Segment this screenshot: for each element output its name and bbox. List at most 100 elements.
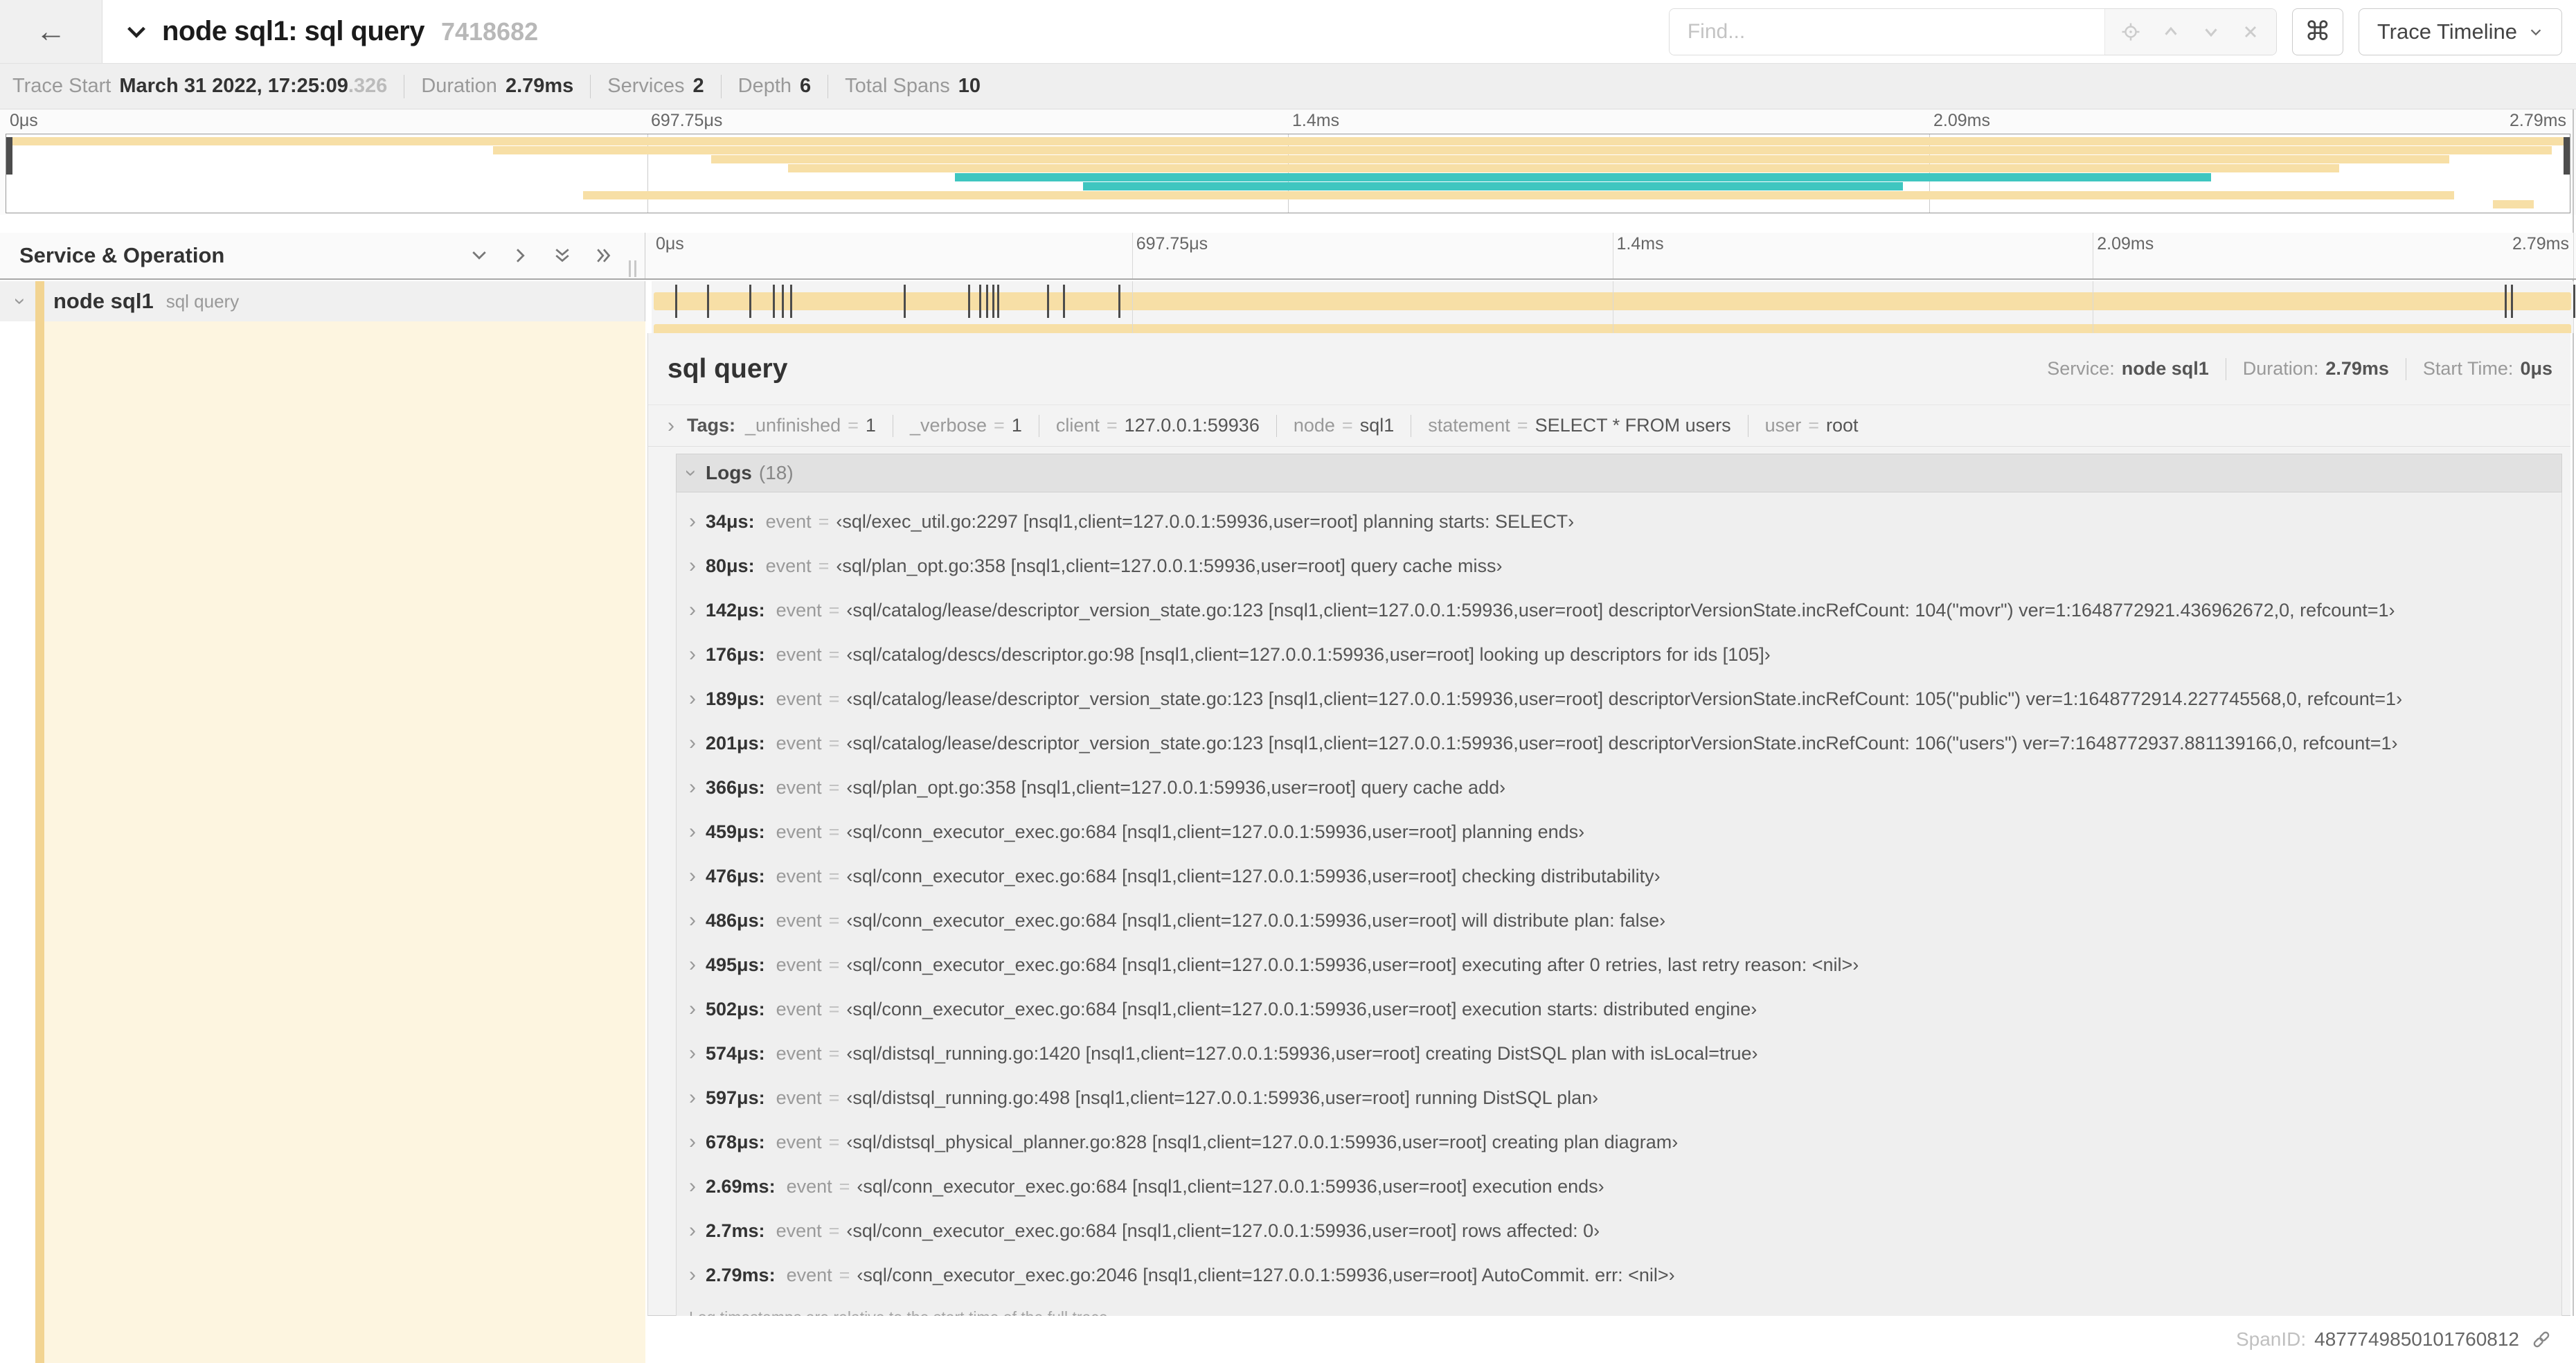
log-marker-tick bbox=[992, 285, 995, 318]
tags-row[interactable]: › Tags: _unfinished = 1 _verbose = 1 client = 12… bbox=[648, 405, 2570, 447]
log-value: ‹sql/conn_executor_exec.go:684 [nsql1,cl… bbox=[846, 821, 1585, 842]
log-field-key: event bbox=[776, 776, 822, 798]
log-row[interactable]: › 2.69ms: event = ‹sql/conn_executor_exec.go… bbox=[677, 1164, 2561, 1209]
tag-equals: = bbox=[1341, 415, 1353, 436]
log-value: ‹sql/plan_opt.go:358 [nsql1,client=127.0… bbox=[846, 776, 1506, 798]
ruler-tick-label: 697.75μs bbox=[1136, 234, 1208, 253]
log-marker-tick bbox=[749, 285, 752, 318]
back-button[interactable]: ← bbox=[0, 0, 102, 63]
log-row[interactable]: › 366μs: event = ‹sql/plan_opt.go:358 [nsql1… bbox=[677, 765, 2561, 810]
minimap-right-handle[interactable] bbox=[2564, 137, 2570, 175]
log-marker-tick bbox=[1062, 285, 1065, 318]
collapse-all-icon[interactable] bbox=[552, 245, 573, 266]
gridline bbox=[1132, 281, 1133, 333]
minimap-span bbox=[1082, 182, 1904, 190]
top-bar-actions: ⌘ Trace Timeline bbox=[1668, 8, 2576, 55]
detail-left-column bbox=[0, 333, 645, 1363]
tags-list: _unfinished = 1 _verbose = 1 client = 127.0.0.1:… bbox=[745, 414, 1859, 437]
logs-count: (18) bbox=[758, 462, 794, 483]
tag-divider bbox=[1276, 414, 1277, 437]
minimap-left-handle[interactable] bbox=[6, 137, 12, 175]
log-row[interactable]: › 2.79ms: event = ‹sql/conn_executor_exec.go… bbox=[677, 1253, 2561, 1297]
tags-collapsed-icon: › bbox=[668, 413, 674, 437]
log-row[interactable]: › 678μs: event = ‹sql/distsql_physical_plann… bbox=[677, 1120, 2561, 1164]
log-row[interactable]: › 574μs: event = ‹sql/distsql_running.go:142… bbox=[677, 1031, 2561, 1076]
log-timestamp: 2.79ms: bbox=[706, 1264, 776, 1285]
log-timestamp: 495μs: bbox=[706, 954, 765, 975]
minimap-canvas[interactable] bbox=[6, 134, 2570, 213]
log-timestamp: 176μs: bbox=[706, 643, 765, 665]
log-row[interactable]: › 597μs: event = ‹sql/distsql_running.go:498… bbox=[677, 1076, 2561, 1120]
summary-item-value: 10 bbox=[958, 75, 981, 97]
log-row[interactable]: › 176μs: event = ‹sql/catalog/descs/descript… bbox=[677, 632, 2561, 677]
title-collapse-icon[interactable] bbox=[125, 20, 148, 44]
find-next-icon[interactable] bbox=[2201, 21, 2221, 42]
log-row-collapsed-icon: › bbox=[689, 953, 696, 976]
keyboard-shortcuts-button[interactable]: ⌘ bbox=[2291, 8, 2343, 55]
log-row[interactable]: › 502μs: event = ‹sql/conn_executor_exec.go:… bbox=[677, 987, 2561, 1031]
log-equals: = bbox=[828, 909, 840, 931]
log-field-key: event bbox=[776, 954, 822, 975]
log-timestamp: 476μs: bbox=[706, 865, 765, 887]
find-prev-icon[interactable] bbox=[2161, 21, 2181, 42]
service-label: Service: bbox=[2047, 358, 2115, 379]
summary-item: Depth 6 bbox=[738, 75, 812, 98]
ruler-tick-label: 697.75μs bbox=[651, 111, 723, 130]
ruler-tick-label: 1.4ms bbox=[1292, 111, 1340, 130]
log-row-collapsed-icon: › bbox=[689, 1130, 696, 1153]
tag-key: _verbose bbox=[909, 415, 987, 436]
column-resizer-grip[interactable] bbox=[629, 260, 636, 277]
minimap-span bbox=[954, 173, 2211, 181]
duration-label: Duration: bbox=[2242, 358, 2319, 379]
log-row-collapsed-icon: › bbox=[689, 1263, 696, 1286]
gridline bbox=[2573, 233, 2574, 278]
find-target-icon[interactable] bbox=[2120, 21, 2141, 42]
log-row[interactable]: › 495μs: event = ‹sql/conn_executor_exec.go:… bbox=[677, 943, 2561, 987]
log-row[interactable]: › 34μs: event = ‹sql/exec_util.go:2297 [nsql… bbox=[677, 499, 2561, 544]
log-row[interactable]: › 2.7ms: event = ‹sql/conn_executor_exec.go:… bbox=[677, 1209, 2561, 1253]
log-equals: = bbox=[828, 954, 840, 975]
span-link-icon[interactable] bbox=[2530, 1328, 2552, 1351]
log-field-key: event bbox=[776, 1042, 822, 1064]
find-input[interactable] bbox=[1669, 8, 2104, 55]
log-row[interactable]: › 459μs: event = ‹sql/conn_executor_exec.go:… bbox=[677, 810, 2561, 854]
log-row[interactable]: › 476μs: event = ‹sql/conn_executor_exec.go:… bbox=[677, 854, 2561, 898]
log-row[interactable]: › 189μs: event = ‹sql/catalog/lease/descript… bbox=[677, 677, 2561, 721]
tag-key: _unfinished bbox=[745, 415, 841, 436]
log-row[interactable]: › 486μs: event = ‹sql/conn_executor_exec.go:… bbox=[677, 898, 2561, 943]
expand-all-icon[interactable] bbox=[593, 245, 614, 266]
trace-id: 7418682 bbox=[440, 17, 539, 46]
top-bar: ← node sql1: sql query 7418682 Find... ⌘… bbox=[0, 0, 2576, 64]
trace-view-selector[interactable]: Trace Timeline bbox=[2358, 8, 2562, 55]
log-row[interactable]: › 201μs: event = ‹sql/catalog/lease/descript… bbox=[677, 721, 2561, 765]
log-timestamp: 486μs: bbox=[706, 909, 765, 931]
log-row[interactable]: › 142μs: event = ‹sql/catalog/lease/descript… bbox=[677, 588, 2561, 632]
log-row-collapsed-icon: › bbox=[689, 1042, 696, 1064]
expand-one-icon[interactable] bbox=[510, 245, 531, 266]
collapse-one-icon[interactable] bbox=[469, 245, 490, 266]
log-field-key: event bbox=[765, 510, 812, 532]
ruler-tick-label: 2.09ms bbox=[2097, 234, 2154, 253]
span-detail-info: Service: node sql1 Duration: 2.79ms Star… bbox=[2047, 357, 2552, 380]
log-rows: › 34μs: event = ‹sql/exec_util.go:2297 [nsql… bbox=[677, 499, 2561, 1297]
log-equals: = bbox=[818, 555, 830, 576]
find-clear-icon[interactable] bbox=[2241, 22, 2260, 42]
log-row-collapsed-icon: › bbox=[689, 687, 696, 710]
log-row-collapsed-icon: › bbox=[689, 1219, 696, 1242]
summary-item-label: Trace Start bbox=[12, 75, 111, 97]
logs-header[interactable]: › Logs (18) bbox=[676, 454, 2562, 492]
logs-expanded-icon: › bbox=[680, 470, 703, 476]
tag-value: root bbox=[1825, 415, 1859, 436]
log-row-collapsed-icon: › bbox=[689, 997, 696, 1020]
span-row-label[interactable]: › node sql1 sql query bbox=[0, 281, 645, 321]
span-id-label: SpanID: bbox=[2235, 1328, 2307, 1350]
ruler-tick-label: 2.09ms bbox=[1933, 111, 1990, 130]
summary-item-value: 2 bbox=[692, 75, 704, 97]
log-row-collapsed-icon: › bbox=[689, 1175, 696, 1197]
ruler-tick-label: 2.79ms bbox=[2510, 111, 2566, 130]
timeline-minimap: 0μs 697.75μs 1.4ms 2.09ms 2.79ms bbox=[0, 109, 2576, 215]
log-row[interactable]: › 80μs: event = ‹sql/plan_opt.go:358 [nsql1,… bbox=[677, 544, 2561, 588]
log-equals: = bbox=[828, 1042, 840, 1064]
log-value: ‹sql/distsql_running.go:1420 [nsql1,clie… bbox=[846, 1042, 1758, 1064]
find-box bbox=[1668, 8, 2277, 55]
